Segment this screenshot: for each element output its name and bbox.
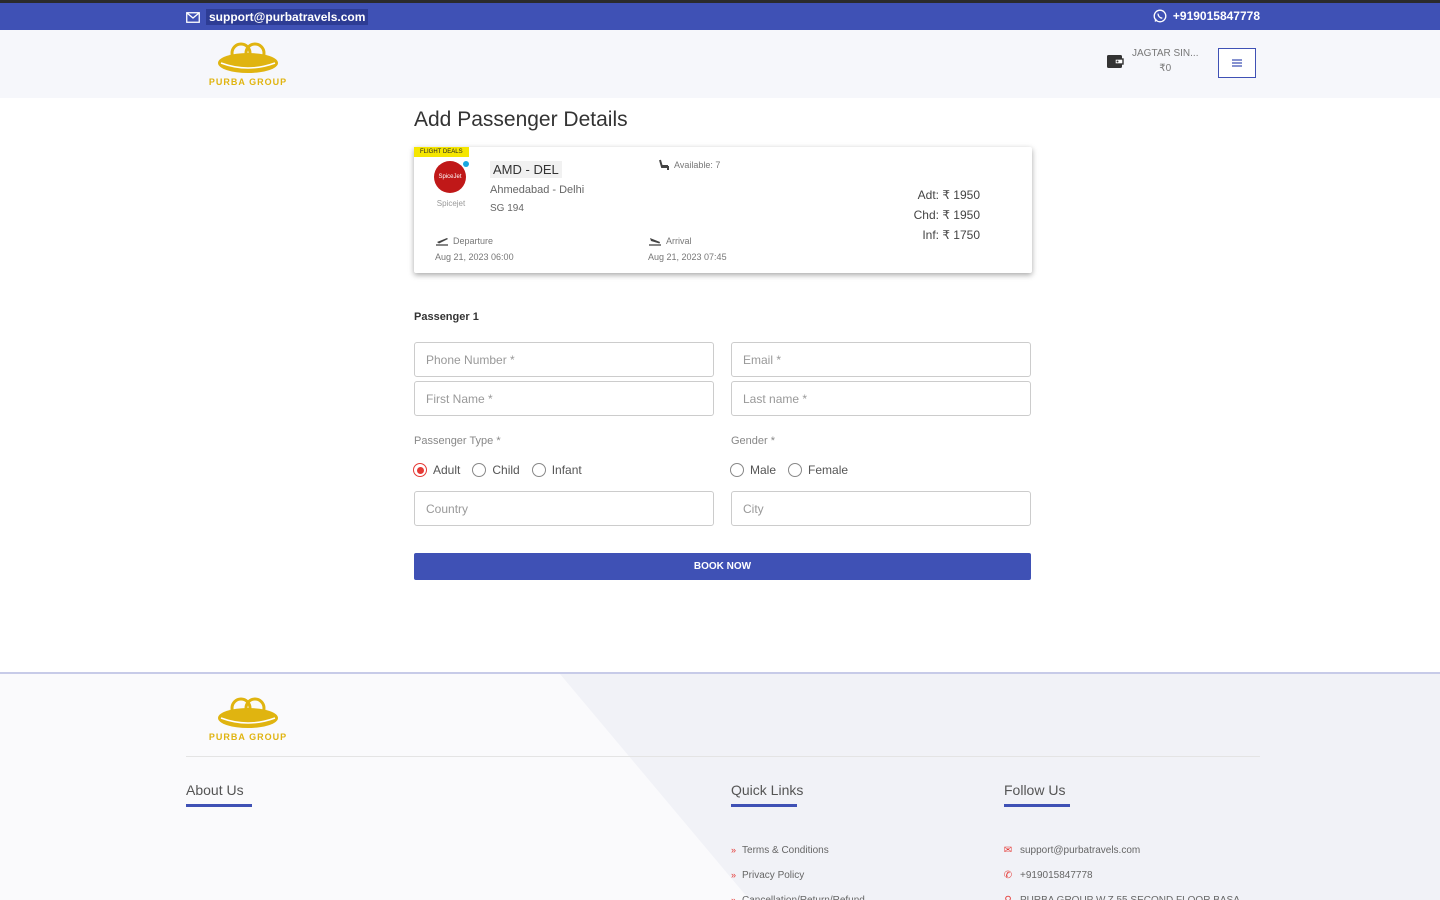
- location-pin-icon: ⚲: [1002, 888, 1014, 900]
- passenger-type-adult[interactable]: Adult: [413, 463, 460, 477]
- site-header: PURBA GROUP JAGTAR SIN... ₹0: [0, 30, 1440, 98]
- topbar-email-text[interactable]: support@purbatravels.com: [206, 9, 369, 25]
- price-child: Chd: ₹ 1950: [913, 208, 980, 222]
- phone-icon: ✆: [1003, 870, 1013, 881]
- footer-link-privacy[interactable]: » Privacy Policy: [731, 863, 865, 888]
- topbar-phone-text[interactable]: +919015847778: [1173, 9, 1260, 23]
- footer-logo-emblem-icon: [218, 697, 278, 728]
- wallet-balance: ₹0: [1159, 63, 1172, 74]
- hamburger-menu-button[interactable]: [1218, 48, 1256, 78]
- airline-logo-text: SpiceJet: [438, 174, 462, 180]
- passenger-type-infant-label[interactable]: Infant: [552, 463, 582, 477]
- footer-link-terms-label[interactable]: Terms & Conditions: [742, 838, 829, 863]
- book-now-button[interactable]: BOOK NOW: [414, 553, 1031, 580]
- flight-number: SG 194: [490, 203, 524, 214]
- flight-land-icon: [649, 238, 661, 246]
- site-footer: PURBA GROUP About Us Quick Links Follow …: [0, 672, 1440, 900]
- logo-emblem-icon: [218, 42, 278, 73]
- footer-link-terms[interactable]: » Terms & Conditions: [731, 838, 865, 863]
- last-name-input[interactable]: [731, 381, 1031, 416]
- departure-time: Aug 21, 2023 06:00: [435, 252, 514, 262]
- flight-deals-badge: FLIGHT DEALS: [414, 147, 469, 157]
- passenger-type-radio-group: Adult Child Infant: [413, 463, 582, 477]
- user-name: JAGTAR SIN...: [1132, 48, 1199, 59]
- fare-prices: Adt: ₹ 1950 Chd: ₹ 1950 Inf: ₹ 1750: [914, 185, 980, 245]
- footer-contact-address-text: PURBA GROUP W.Z.55 SECOND FLOOR BASA: [1020, 888, 1240, 900]
- email-input[interactable]: [731, 342, 1031, 377]
- gender-male-label[interactable]: Male: [750, 463, 776, 477]
- logo-brand-text: PURBA GROUP: [208, 77, 288, 87]
- flight-cities: Ahmedabad - Delhi: [490, 184, 585, 196]
- passenger-type-label: Passenger Type *: [414, 435, 501, 447]
- hamburger-icon: [1232, 59, 1242, 67]
- phone-number-input[interactable]: [414, 342, 714, 377]
- footer-background-shape: [560, 674, 1440, 900]
- radio-unchecked-icon[interactable]: [788, 463, 803, 477]
- gender-male[interactable]: Male: [730, 463, 776, 477]
- double-arrow-icon: »: [731, 895, 737, 900]
- footer-contact-phone[interactable]: ✆ +919015847778: [1002, 863, 1240, 888]
- footer-divider: [186, 756, 1260, 757]
- passenger-type-child-label[interactable]: Child: [492, 463, 519, 477]
- topbar-phone[interactable]: +919015847778: [1153, 9, 1260, 23]
- footer-contact-address: ⚲ PURBA GROUP W.Z.55 SECOND FLOOR BASA: [1002, 888, 1240, 900]
- user-account[interactable]: JAGTAR SIN... ₹0: [1106, 48, 1199, 74]
- footer-link-cancellation[interactable]: » Cancellation/Return/Refund: [731, 888, 865, 900]
- arrival-time: Aug 21, 2023 07:45: [648, 252, 727, 262]
- footer-contact-email-text[interactable]: support@purbatravels.com: [1020, 838, 1140, 863]
- arrival-label: Arrival: [666, 236, 692, 246]
- mail-icon: [186, 11, 200, 23]
- seat-icon: [659, 159, 669, 170]
- radio-checked-icon[interactable]: [413, 463, 427, 477]
- radio-unchecked-icon[interactable]: [730, 463, 744, 477]
- flight-route: AMD - DEL: [490, 161, 562, 178]
- double-arrow-icon: »: [731, 845, 737, 855]
- passenger-type-adult-label[interactable]: Adult: [433, 463, 460, 477]
- page-title: Add Passenger Details: [414, 108, 628, 131]
- footer-contact-phone-text[interactable]: +919015847778: [1020, 863, 1093, 888]
- flight-takeoff-icon: [436, 238, 448, 246]
- footer-quick-links: » Terms & Conditions » Privacy Policy » …: [731, 838, 865, 900]
- footer-contact-list: ✉ support@purbatravels.com ✆ +9190158477…: [1002, 838, 1240, 900]
- airline-name: Spicejet: [436, 199, 466, 208]
- price-infant: Inf: ₹ 1750: [922, 228, 980, 242]
- footer-about-heading: About Us: [186, 782, 252, 807]
- airline-logo-dot: [463, 161, 469, 167]
- double-arrow-icon: »: [731, 870, 737, 880]
- top-contact-bar: support@purbatravels.com +919015847778: [0, 0, 1440, 30]
- whatsapp-icon: [1153, 9, 1167, 23]
- arrival-info: Arrival Aug 21, 2023 07:45: [648, 233, 727, 265]
- flight-summary-card: FLIGHT DEALS SpiceJet Spicejet AMD - DEL…: [414, 147, 1032, 273]
- gender-female-label[interactable]: Female: [808, 463, 848, 477]
- departure-label: Departure: [453, 236, 494, 246]
- passenger-heading: Passenger 1: [414, 311, 479, 323]
- gender-radio-group: Male Female: [730, 463, 848, 477]
- passenger-type-infant[interactable]: Infant: [531, 463, 582, 477]
- footer-follow-heading: Follow Us: [1004, 782, 1070, 807]
- footer-logo[interactable]: PURBA GROUP: [186, 690, 310, 748]
- departure-info: Departure Aug 21, 2023 06:00: [435, 233, 514, 265]
- site-logo[interactable]: PURBA GROUP: [186, 35, 310, 93]
- radio-unchecked-icon[interactable]: [531, 463, 546, 477]
- footer-link-cancellation-label[interactable]: Cancellation/Return/Refund: [742, 888, 865, 900]
- envelope-icon: ✉: [1003, 845, 1013, 856]
- gender-female[interactable]: Female: [788, 463, 848, 477]
- topbar-email[interactable]: support@purbatravels.com: [186, 9, 369, 25]
- radio-unchecked-icon[interactable]: [472, 463, 487, 477]
- footer-link-privacy-label[interactable]: Privacy Policy: [742, 863, 804, 888]
- airline-logo: SpiceJet: [434, 161, 469, 193]
- first-name-input[interactable]: [414, 381, 714, 416]
- city-input[interactable]: [731, 491, 1031, 526]
- price-adult: Adt: ₹ 1950: [917, 188, 980, 202]
- gender-label: Gender *: [731, 435, 776, 447]
- footer-quick-links-heading: Quick Links: [731, 782, 803, 807]
- footer-contact-email[interactable]: ✉ support@purbatravels.com: [1002, 838, 1240, 863]
- seat-availability-text: Available: 7: [674, 160, 721, 170]
- wallet-icon: [1107, 55, 1124, 68]
- country-input[interactable]: [414, 491, 714, 526]
- seat-availability: Available: 7: [658, 159, 720, 171]
- footer-logo-brand-text: PURBA GROUP: [208, 732, 288, 742]
- passenger-type-child[interactable]: Child: [472, 463, 520, 477]
